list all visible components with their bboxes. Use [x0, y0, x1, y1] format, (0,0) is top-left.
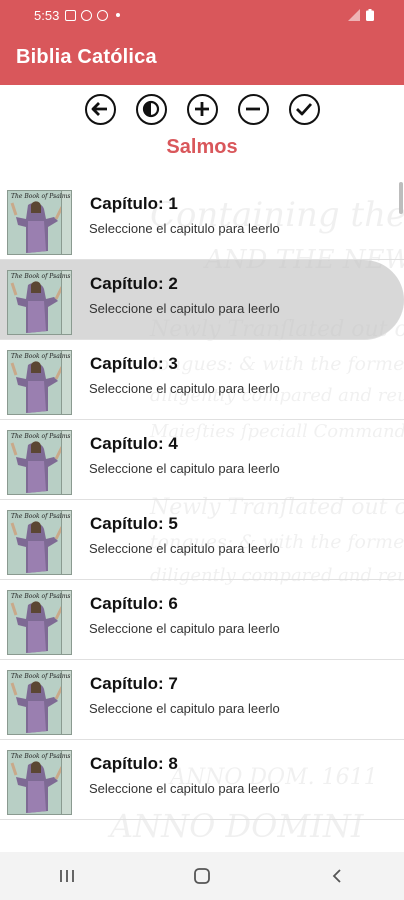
chapter-list-item[interactable]: The Book of Psalms Capítulo: 6 Seleccione … — [0, 580, 404, 660]
check-icon[interactable] — [288, 93, 320, 125]
chapter-list: The Book of Psalms Capítulo: 1 Seleccione … — [0, 180, 404, 820]
psalms-cover-thumbnail: The Book of Psalms — [7, 430, 72, 495]
chapter-title: Capítulo: 5 — [90, 514, 178, 533]
back-nav-icon[interactable] — [307, 856, 367, 896]
app-bar: Biblia Católica — [0, 30, 404, 85]
chapter-title: Capítulo: 7 — [90, 674, 178, 693]
back-icon[interactable] — [84, 93, 116, 125]
thumbnail-caption: The Book of Psalms — [11, 753, 71, 760]
chapter-subtitle: Seleccione el capitulo para leerlo — [89, 301, 280, 316]
psalms-cover-thumbnail: The Book of Psalms — [7, 350, 72, 415]
status-time: 5:53 — [34, 7, 60, 23]
zoom-out-icon[interactable] — [237, 93, 269, 125]
chapter-subtitle: Seleccione el capitulo para leerlo — [89, 221, 280, 236]
thumbnail-caption: The Book of Psalms — [11, 433, 71, 440]
gallery-notification-icon — [65, 9, 77, 21]
chapter-subtitle: Seleccione el capitulo para leerlo — [89, 701, 280, 716]
chapter-subtitle: Seleccione el capitulo para leerlo — [89, 781, 280, 796]
thumbnail-caption: The Book of Psalms — [11, 593, 71, 600]
chapter-list-item[interactable]: The Book of Psalms Capítulo: 3 Seleccione … — [0, 340, 404, 420]
status-bar: 5:53 — [0, 0, 404, 30]
app-title: Biblia Católica — [16, 46, 157, 68]
thumbnail-caption: The Book of Psalms — [11, 673, 71, 680]
chapter-subtitle: Seleccione el capitulo para leerlo — [89, 621, 280, 636]
app-notification-icon — [81, 9, 93, 21]
chapter-subtitle: Seleccione el capitulo para leerlo — [89, 381, 280, 396]
psalms-cover-thumbnail: The Book of Psalms — [7, 590, 72, 655]
psalms-cover-thumbnail: The Book of Psalms — [7, 670, 72, 735]
status-right-icons — [348, 9, 374, 24]
contrast-icon[interactable] — [135, 93, 167, 125]
thumbnail-caption: The Book of Psalms — [11, 193, 71, 200]
reader-toolbar — [0, 88, 404, 130]
psalms-cover-thumbnail: The Book of Psalms — [7, 750, 72, 815]
zoom-in-icon[interactable] — [186, 93, 218, 125]
chapter-title: Capítulo: 8 — [90, 754, 178, 773]
home-icon[interactable] — [172, 856, 232, 896]
snapchat-notification-icon — [97, 9, 109, 21]
system-nav-bar — [0, 852, 404, 900]
signal-icon — [348, 9, 360, 24]
chapter-title: Capítulo: 6 — [90, 594, 178, 613]
psalms-cover-thumbnail: The Book of Psalms — [7, 190, 72, 255]
chapter-subtitle: Seleccione el capitulo para leerlo — [89, 461, 280, 476]
thumbnail-caption: The Book of Psalms — [11, 513, 71, 520]
chapter-title: Capítulo: 2 — [90, 274, 178, 293]
psalms-cover-thumbnail: The Book of Psalms — [7, 510, 72, 575]
chapter-title: Capítulo: 4 — [90, 434, 178, 453]
scrollbar[interactable] — [399, 182, 403, 214]
chapter-list-item[interactable]: The Book of Psalms Capítulo: 5 Seleccione … — [0, 500, 404, 580]
chapter-list-item[interactable]: The Book of Psalms Capítulo: 1 Seleccione … — [0, 180, 404, 260]
psalms-cover-thumbnail: The Book of Psalms — [7, 270, 72, 335]
chapter-title: Capítulo: 1 — [90, 194, 178, 213]
chapter-list-item[interactable]: The Book of Psalms Capítulo: 4 Seleccione … — [0, 420, 404, 500]
thumbnail-caption: The Book of Psalms — [11, 353, 71, 360]
book-title: Salmos — [166, 136, 238, 158]
battery-icon — [366, 9, 374, 24]
more-notifications-dot — [116, 13, 121, 17]
chapter-subtitle: Seleccione el capitulo para leerlo — [89, 541, 280, 556]
chapter-list-item[interactable]: The Book of Psalms Capítulo: 7 Seleccione … — [0, 660, 404, 740]
thumbnail-caption: The Book of Psalms — [11, 273, 71, 280]
chapter-title: Capítulo: 3 — [90, 354, 178, 373]
chapter-list-item[interactable]: The Book of Psalms Capítulo: 2 Seleccione … — [0, 260, 404, 340]
recent-apps-icon[interactable] — [37, 856, 97, 896]
chapter-list-item[interactable]: The Book of Psalms Capítulo: 8 Seleccione … — [0, 740, 404, 820]
